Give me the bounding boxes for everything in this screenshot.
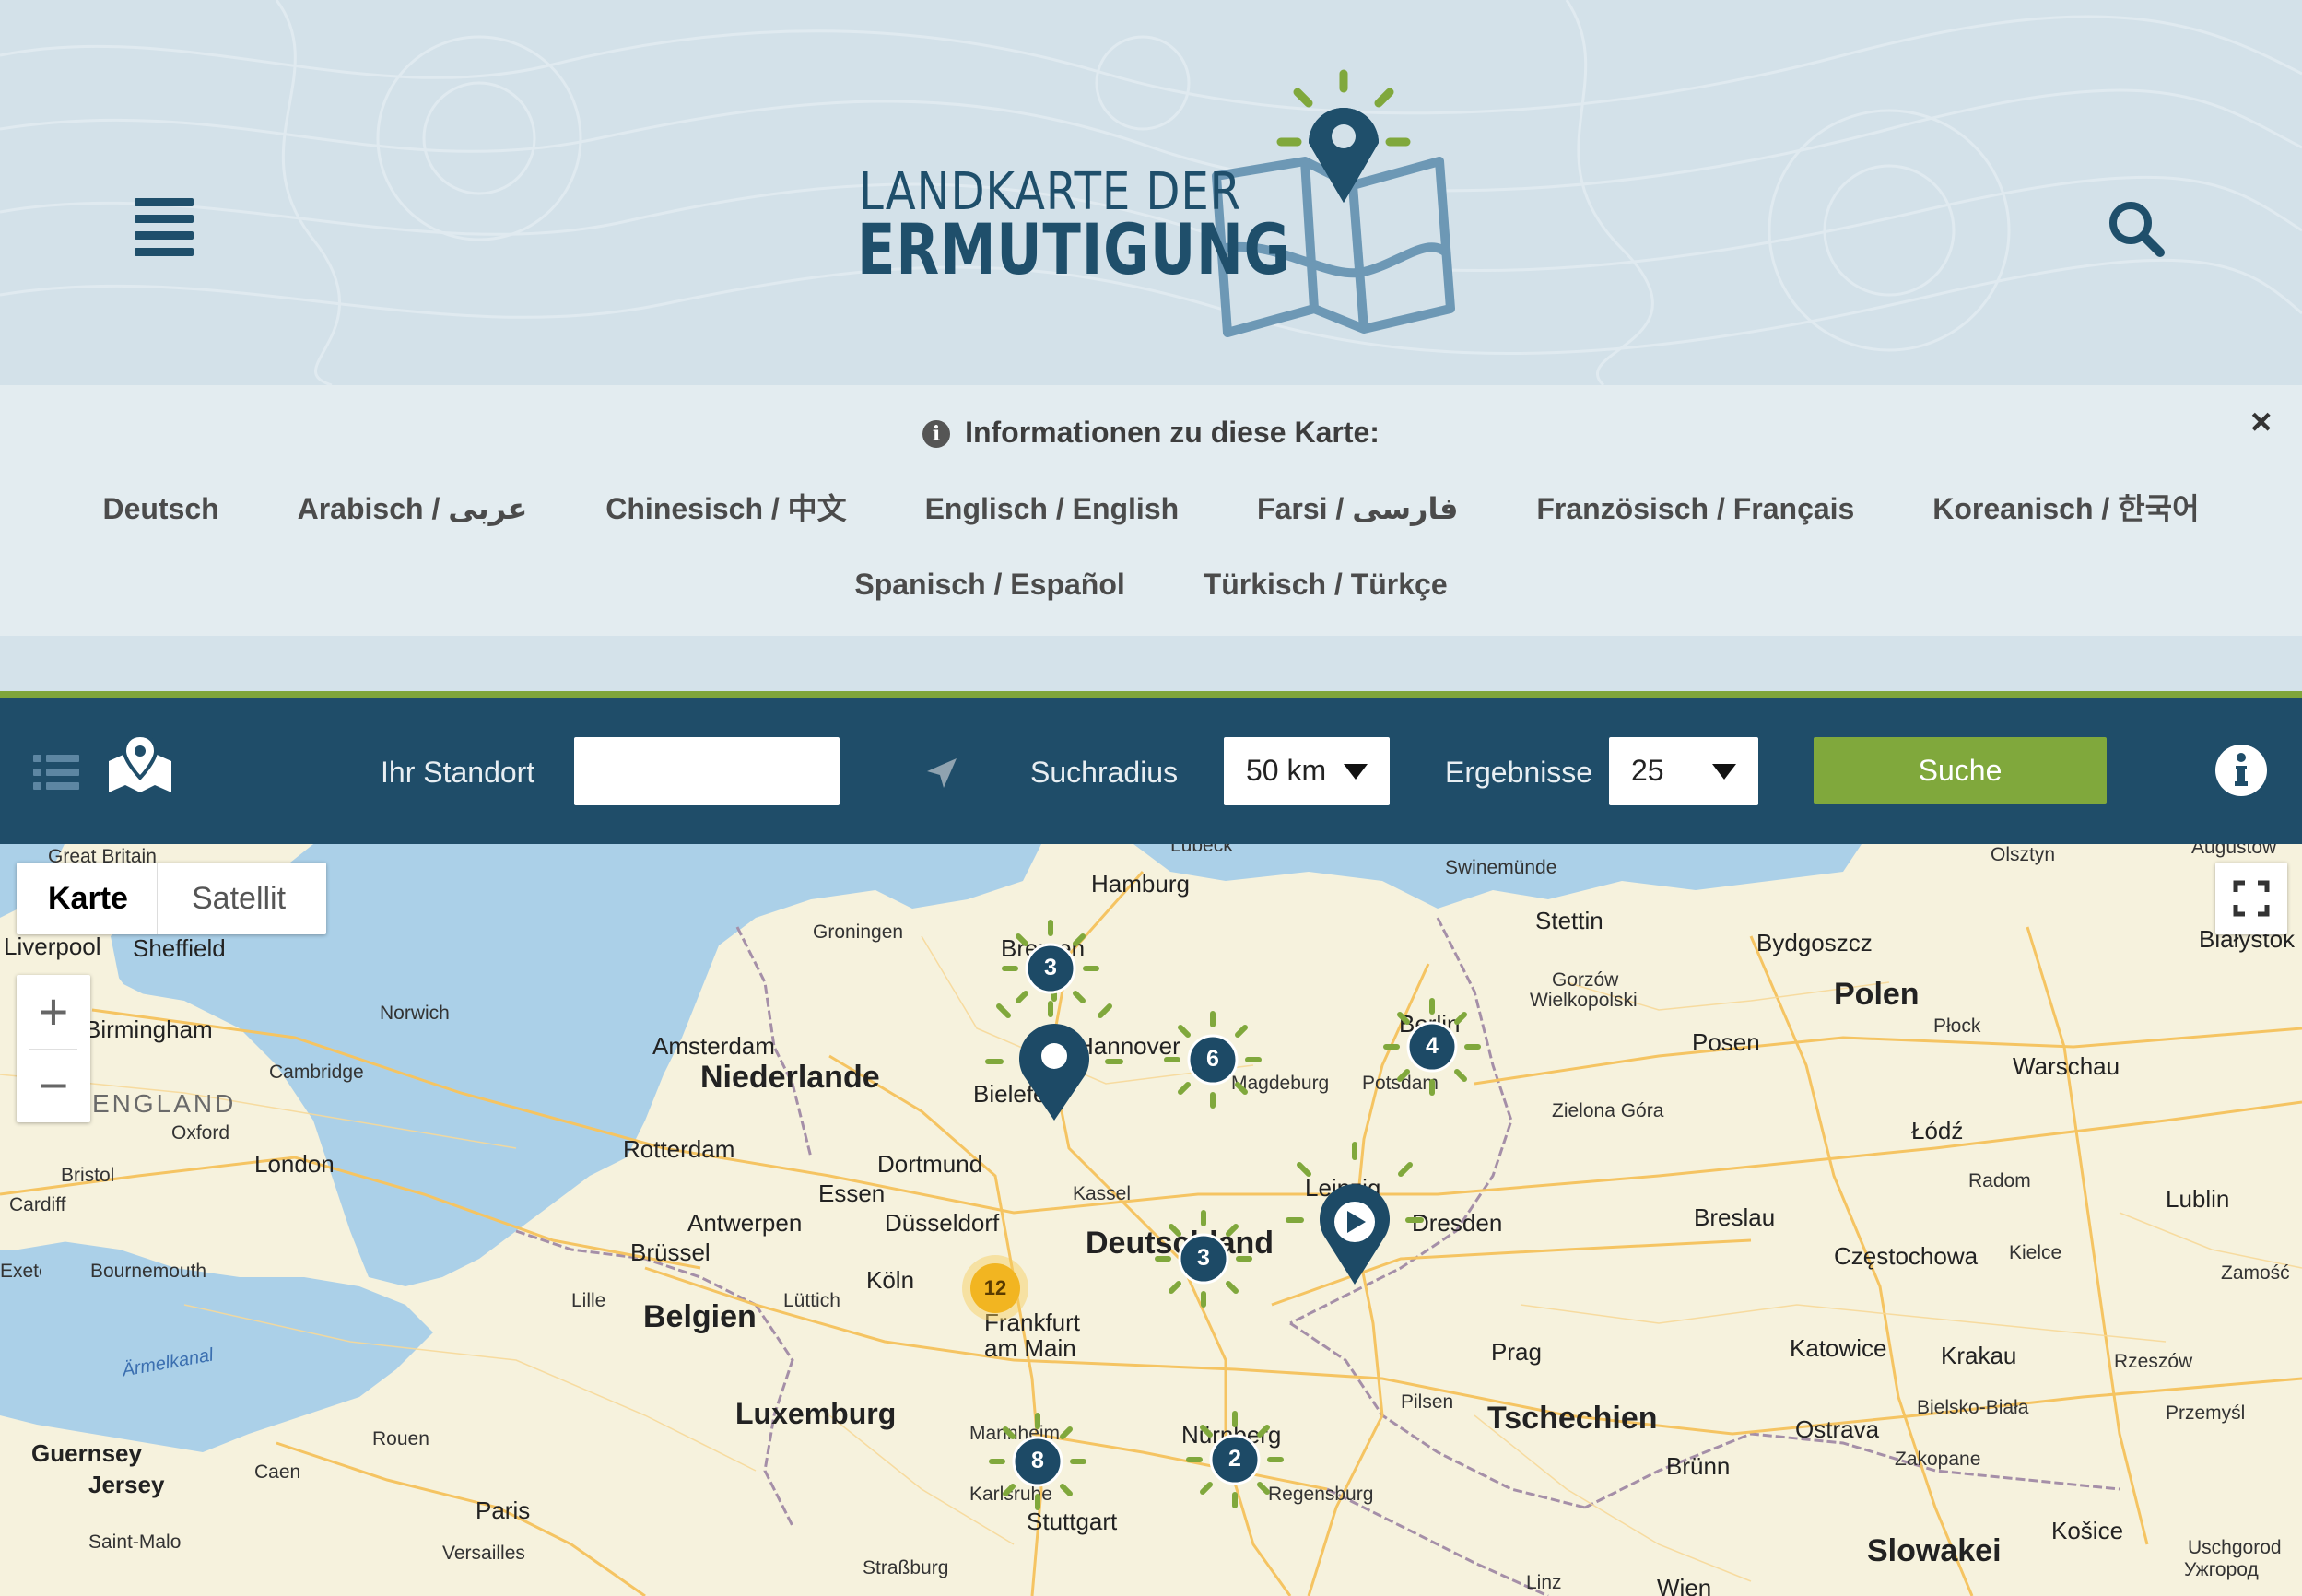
info-title-text: Informationen zu diese Karte: <box>965 416 1380 449</box>
map-canvas[interactable]: Great Britain Liverpool Sheffield Birmin… <box>0 844 2302 1596</box>
lang-chinesisch[interactable]: Chinesisch / 中文 <box>605 486 846 528</box>
zoom-in-button[interactable]: + <box>17 975 90 1049</box>
lang-tuerkisch[interactable]: Türkisch / Türkçe <box>1204 568 1448 602</box>
location-label: Ihr Standort <box>381 756 535 789</box>
location-pin-icon <box>1019 1024 1089 1121</box>
lang-spanisch[interactable]: Spanisch / Español <box>854 568 1124 602</box>
logo-text-line2: ERMUTIGUNG <box>857 208 1291 290</box>
map-view-icon[interactable] <box>107 733 173 794</box>
locate-me-icon[interactable] <box>923 755 960 792</box>
cluster-rays-layer <box>962 920 1481 1510</box>
chevron-down-icon <box>1712 764 1736 780</box>
cluster-count: 6 <box>1206 1046 1219 1072</box>
chevron-down-icon <box>1344 764 1368 780</box>
lang-farsi[interactable]: Farsi / فارسی <box>1257 491 1458 526</box>
cluster-count: 3 <box>1044 955 1057 980</box>
results-label: Ergebnisse <box>1445 756 1593 789</box>
cluster-count: 3 <box>1197 1245 1210 1271</box>
location-input[interactable] <box>574 737 840 805</box>
map-type-satellit[interactable]: Satellit <box>192 881 286 917</box>
info-heading: i Informationen zu diese Karte: <box>0 416 2302 450</box>
list-view-icon[interactable] <box>31 751 83 793</box>
accent-divider <box>0 691 2302 698</box>
map-type-toggle: Karte Satellit <box>17 863 326 934</box>
radius-select[interactable]: 50 km <box>1224 737 1390 805</box>
language-links-row1: Deutsch Arabisch / عربى Chinesisch / 中文 … <box>0 486 2302 528</box>
results-select[interactable]: 25 <box>1609 737 1758 805</box>
cluster-count: 12 <box>983 1276 1007 1299</box>
lang-deutsch[interactable]: Deutsch <box>102 492 218 526</box>
cluster-count: 8 <box>1031 1448 1044 1473</box>
results-value: 25 <box>1631 754 1664 787</box>
search-button[interactable]: Suche <box>1814 737 2107 804</box>
video-pin-icon <box>1320 1184 1391 1285</box>
search-icon[interactable] <box>2107 199 2166 258</box>
map-type-karte[interactable]: Karte <box>48 881 128 917</box>
language-links-row2: Spanisch / Español Türkisch / Türkçe <box>0 568 2302 602</box>
zoom-out-button[interactable]: − <box>17 1049 90 1122</box>
fullscreen-button[interactable] <box>2215 863 2287 934</box>
site-header: LANDKARTE DER ERMUTIGUNG <box>0 0 2302 385</box>
fullscreen-icon <box>2233 880 2270 917</box>
menu-button[interactable] <box>135 198 197 257</box>
close-info-button[interactable]: × <box>2250 402 2272 443</box>
lang-englisch[interactable]: Englisch / English <box>925 492 1180 526</box>
cluster-count: 2 <box>1228 1446 1241 1472</box>
info-icon: i <box>922 420 951 448</box>
lang-franzoesisch[interactable]: Französisch / Français <box>1536 492 1854 526</box>
lang-arabisch[interactable]: Arabisch / عربى <box>298 491 528 526</box>
radius-label: Suchradius <box>1030 756 1179 789</box>
info-circle-icon[interactable] <box>2214 743 2269 798</box>
lang-koreanisch[interactable]: Koreanisch / 한국어 <box>1932 486 2199 528</box>
zoom-control: + − <box>17 975 90 1122</box>
cluster-count: 4 <box>1426 1033 1439 1059</box>
radius-value: 50 km <box>1246 754 1327 787</box>
